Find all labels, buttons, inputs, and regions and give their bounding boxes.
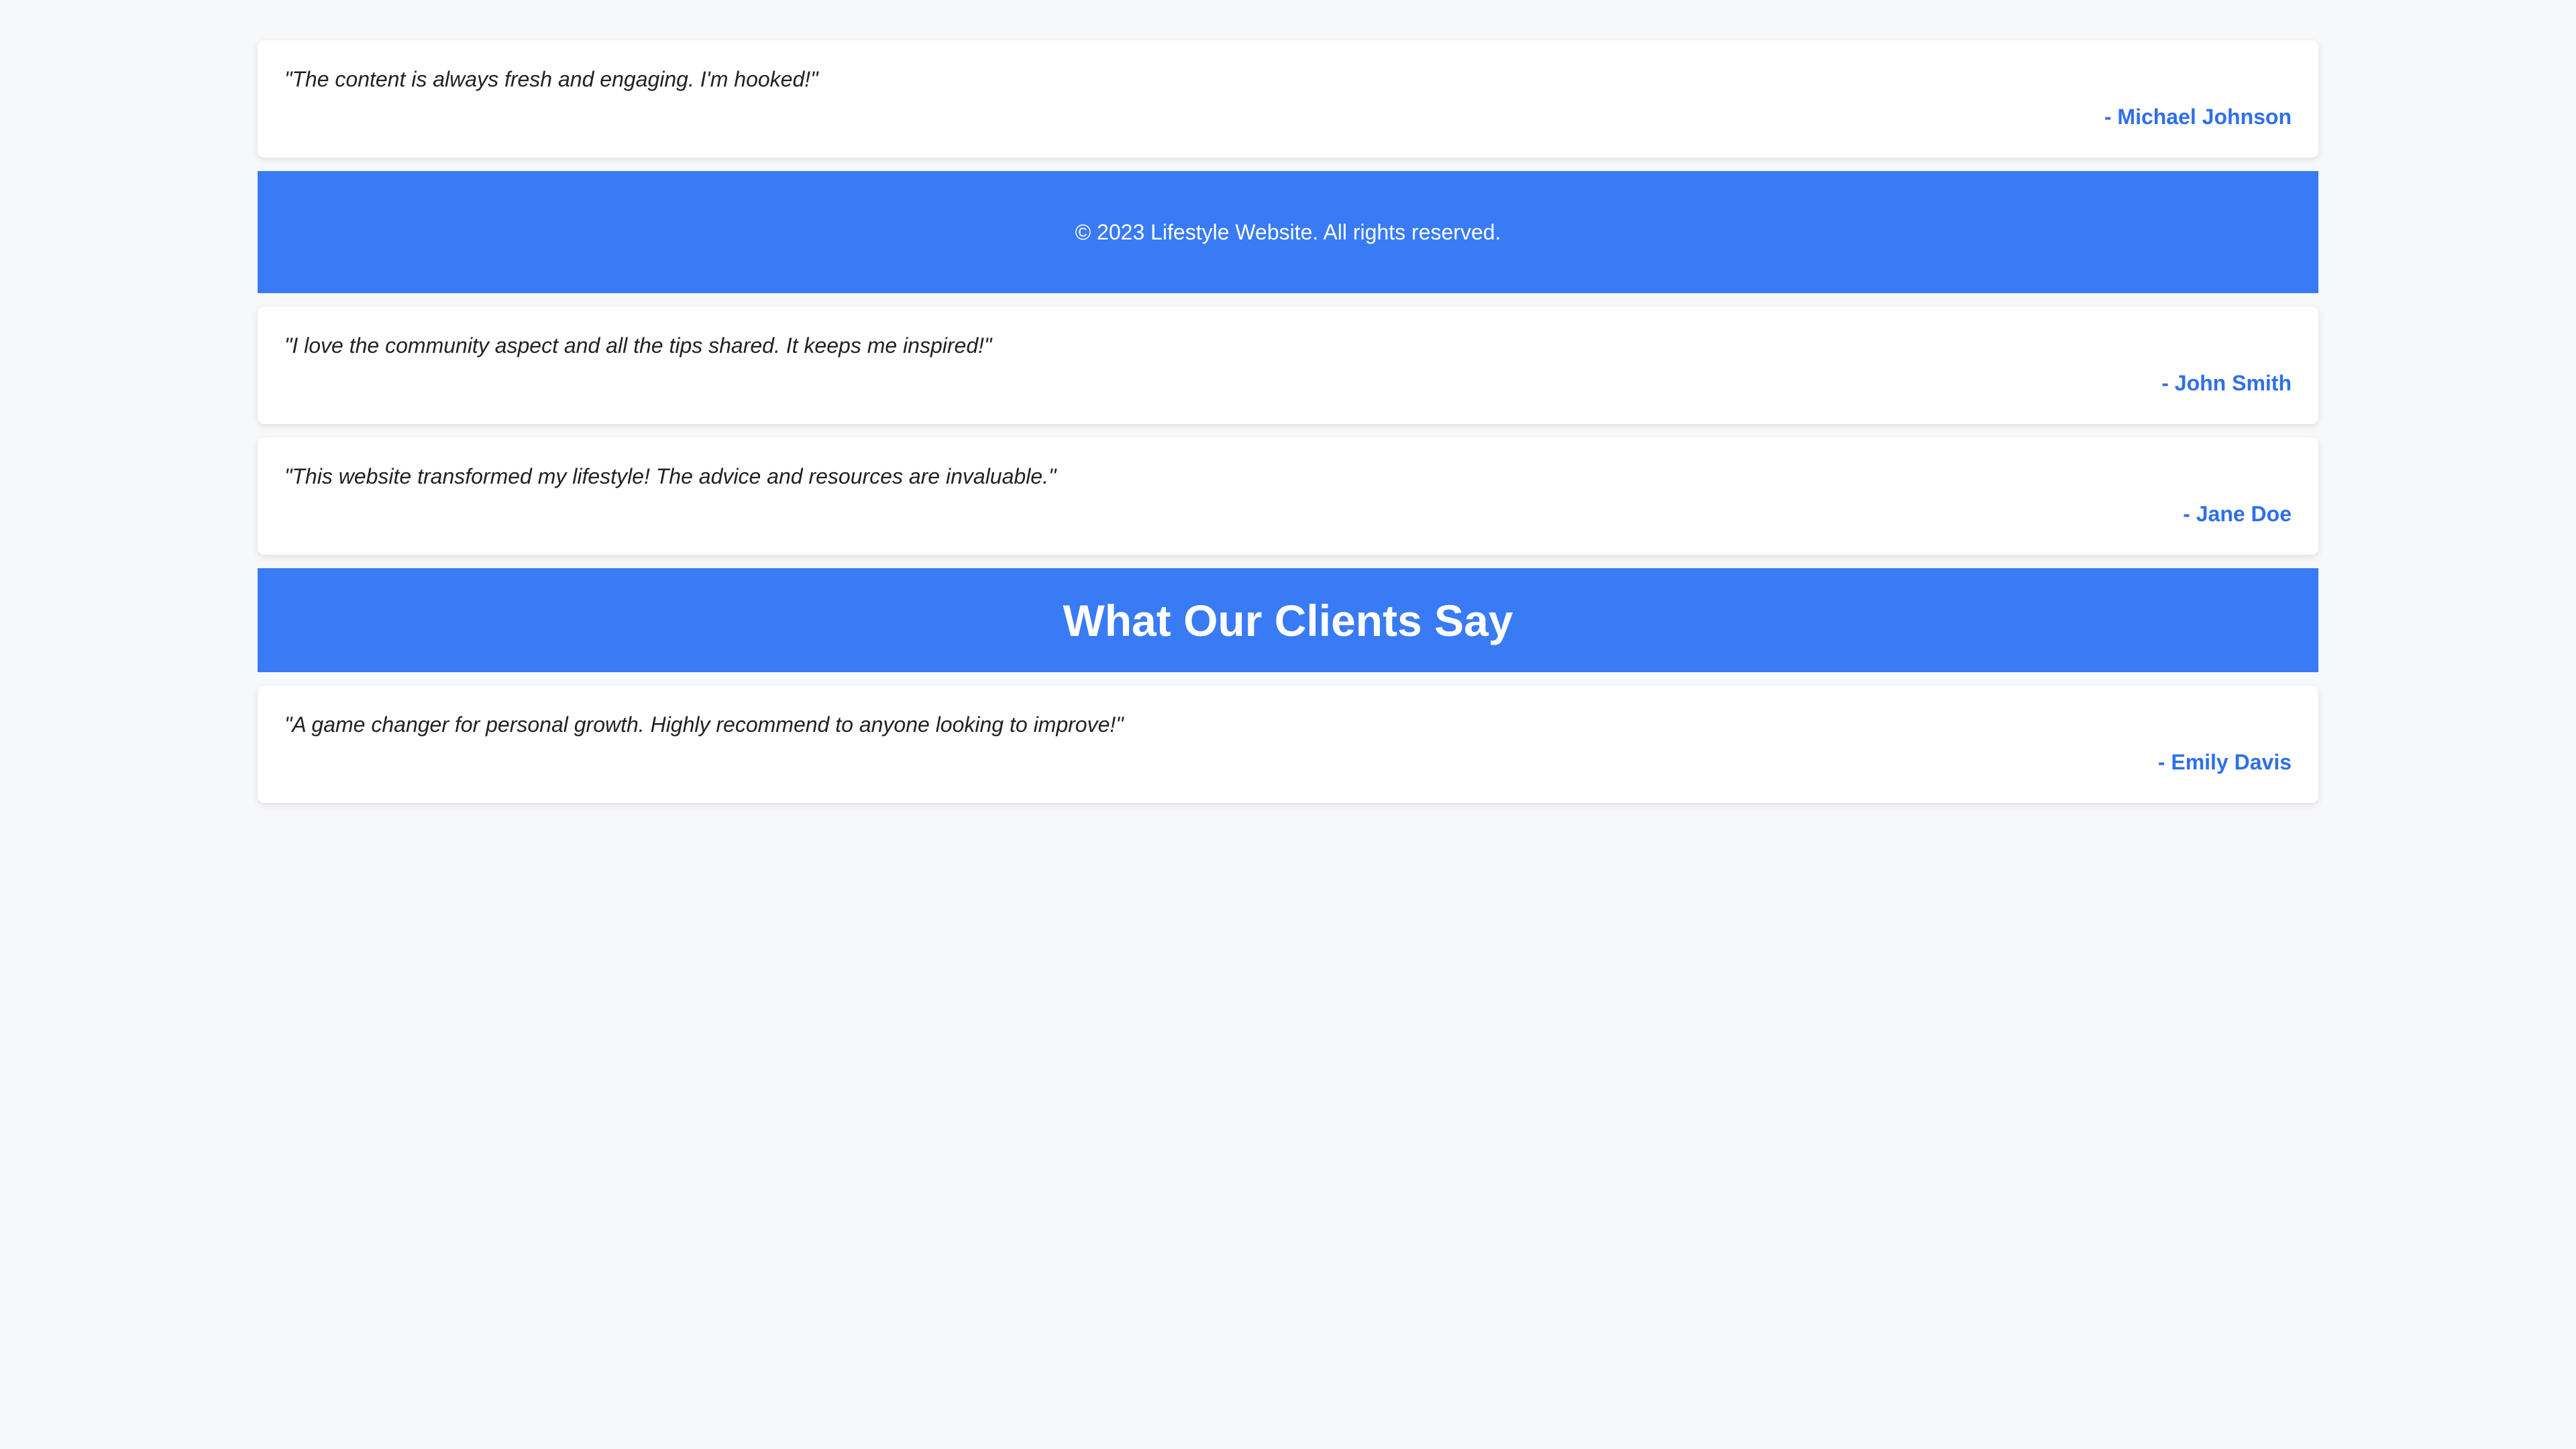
testimonial-quote: "A game changer for personal growth. Hig… xyxy=(284,712,1124,737)
testimonial-author: - Emily Davis xyxy=(2157,750,2292,774)
testimonial-card: "This website transformed my lifestyle! … xyxy=(258,437,2318,555)
testimonial-card: "I love the community aspect and all the… xyxy=(258,307,2318,424)
copyright-text: © 2023 Lifestyle Website. All rights res… xyxy=(1075,219,1501,244)
testimonial-card: "A game changer for personal growth. Hig… xyxy=(258,686,2318,803)
site-footer: © 2023 Lifestyle Website. All rights res… xyxy=(258,171,2318,293)
testimonial-quote: "I love the community aspect and all the… xyxy=(284,333,992,358)
testimonial-author: - Jane Doe xyxy=(2183,502,2292,526)
testimonial-author: - Michael Johnson xyxy=(2104,105,2292,129)
testimonial-quote: "This website transformed my lifestyle! … xyxy=(284,464,1057,488)
testimonial-quote: "The content is always fresh and engagin… xyxy=(284,67,818,91)
testimonial-author: - John Smith xyxy=(2161,371,2292,395)
testimonial-card: "The content is always fresh and engagin… xyxy=(258,40,2318,158)
section-title: What Our Clients Say xyxy=(258,568,2318,672)
page-container: "The content is always fresh and engagin… xyxy=(258,40,2318,803)
